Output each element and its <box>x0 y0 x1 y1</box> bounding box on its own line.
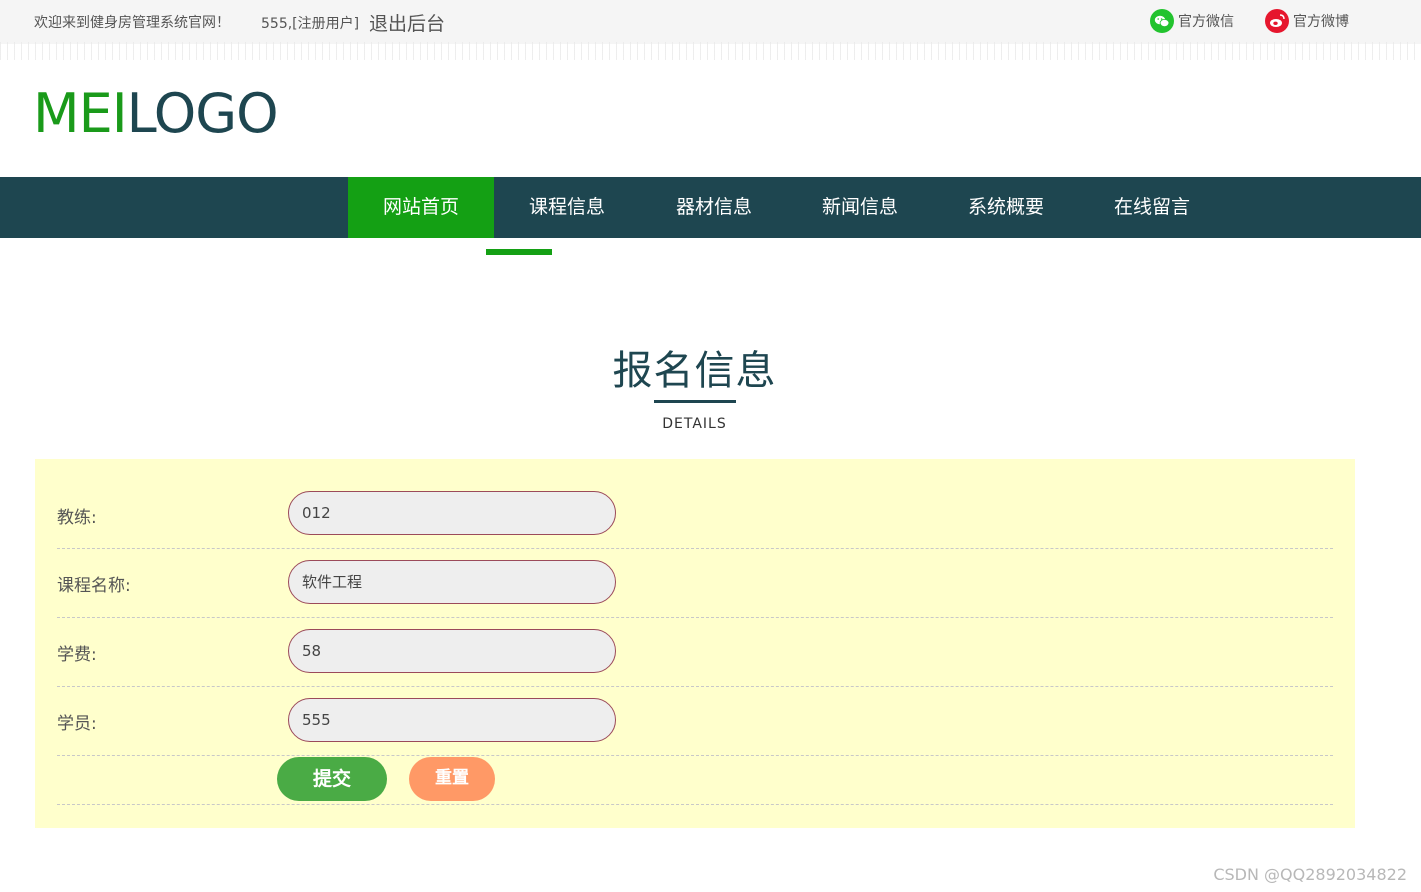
wechat-icon <box>1150 9 1174 33</box>
weibo-icon <box>1265 9 1289 33</box>
site-logo[interactable]: MEILOGO <box>33 80 279 148</box>
wechat-link[interactable]: 官方微信 <box>1150 9 1234 33</box>
wechat-label: 官方微信 <box>1178 14 1234 30</box>
logout-link[interactable]: 退出后台 <box>369 9 445 36</box>
welcome-text: 欢迎来到健身房管理系统官网！ <box>34 15 230 31</box>
form-row-fee: 学费: 58 <box>57 618 1333 687</box>
form-row-actions <box>57 756 1333 805</box>
nav-item-home[interactable]: 网站首页 <box>348 177 494 238</box>
course-name-input[interactable]: 软件工程 <box>288 560 616 604</box>
page-title: 报名信息 <box>612 348 777 394</box>
nav-active-indicator <box>486 249 552 255</box>
title-divider <box>654 400 736 403</box>
top-bar: 欢迎来到健身房管理系统官网！ 555,[注册用户] 退出后台 官方微信 官方微博 <box>0 0 1421 60</box>
student-input[interactable]: 555 <box>288 698 616 742</box>
nav-item-system-overview[interactable]: 系统概要 <box>933 177 1079 238</box>
form-row-coach: 教练: 012 <box>57 489 1333 549</box>
submit-button[interactable]: 提交 <box>277 757 387 801</box>
nav-item-courses[interactable]: 课程信息 <box>494 177 640 238</box>
watermark: CSDN @QQ2892034822 <box>1213 865 1407 884</box>
logo-part-dark: LOGO <box>126 82 279 145</box>
top-bar-fringe <box>0 42 1421 60</box>
fee-label: 学费: <box>57 645 97 665</box>
form-row-student: 学员: 555 <box>57 687 1333 756</box>
main-nav: 网站首页 课程信息 器材信息 新闻信息 系统概要 在线留言 <box>0 177 1421 238</box>
coach-label: 教练: <box>57 508 97 528</box>
nav-item-equipment[interactable]: 器材信息 <box>641 177 787 238</box>
reset-button[interactable]: 重置 <box>409 757 495 801</box>
student-label: 学员: <box>57 714 97 734</box>
weibo-link[interactable]: 官方微博 <box>1265 9 1349 33</box>
nav-item-news[interactable]: 新闻信息 <box>787 177 933 238</box>
current-user: 555,[注册用户] <box>261 16 360 32</box>
form-row-course-name: 课程名称: 软件工程 <box>57 549 1333 618</box>
page-subtitle: DETAILS <box>662 416 727 432</box>
weibo-label: 官方微博 <box>1293 14 1349 30</box>
coach-input[interactable]: 012 <box>288 491 616 535</box>
course-name-label: 课程名称: <box>57 576 131 596</box>
signup-form: 教练: 012 课程名称: 软件工程 学费: 58 学员: 555 提交 重置 <box>35 459 1355 828</box>
fee-input[interactable]: 58 <box>288 629 616 673</box>
nav-item-online-message[interactable]: 在线留言 <box>1079 177 1225 238</box>
logo-part-green: MEI <box>33 82 128 145</box>
